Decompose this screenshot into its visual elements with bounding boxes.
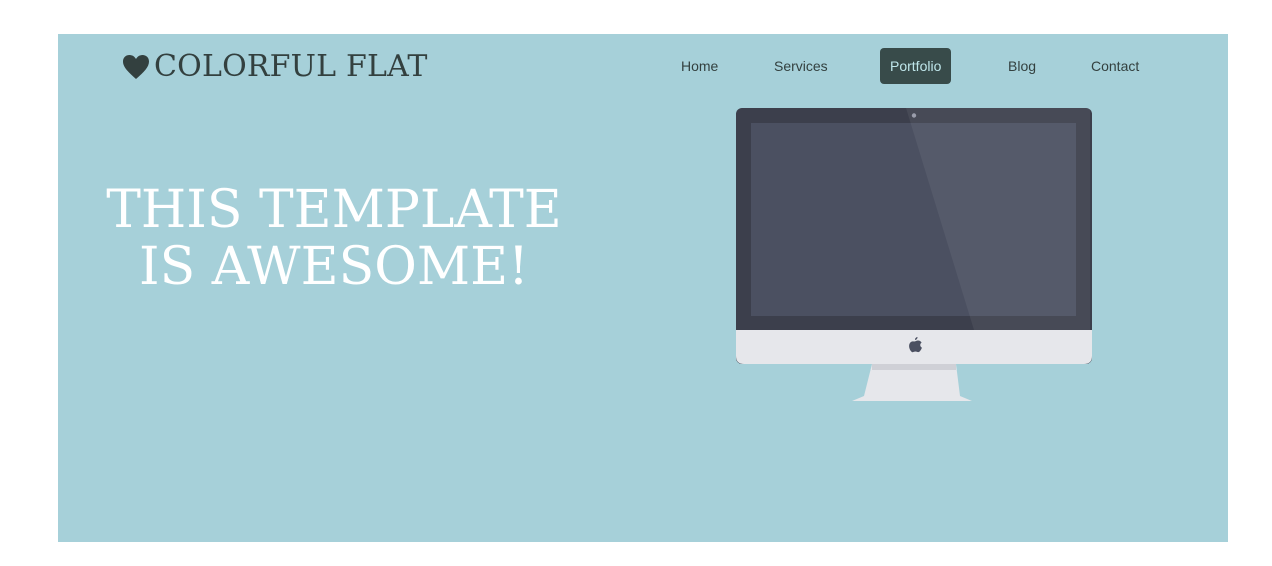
nav-item-portfolio[interactable]: Portfolio xyxy=(880,48,952,84)
main-nav: Home Services Portfolio Blog Contact xyxy=(58,48,1228,84)
hero-headline: THIS TEMPLATE IS AWESOME! xyxy=(86,182,582,296)
hero-headline-line2: IS AWESOME! xyxy=(139,237,529,297)
imac-monitor-illustration xyxy=(736,108,1092,401)
hero-headline-line1: THIS TEMPLATE xyxy=(106,180,562,240)
monitor-stand-shadow xyxy=(872,364,956,370)
nav-item-blog[interactable]: Blog xyxy=(1008,48,1036,84)
nav-item-contact[interactable]: Contact xyxy=(1091,48,1139,84)
nav-item-home[interactable]: Home xyxy=(681,48,718,84)
nav-item-services[interactable]: Services xyxy=(774,48,828,84)
hero-section: COLORFUL FLAT Home Services Portfolio Bl… xyxy=(58,34,1228,542)
camera-dot xyxy=(911,113,917,118)
